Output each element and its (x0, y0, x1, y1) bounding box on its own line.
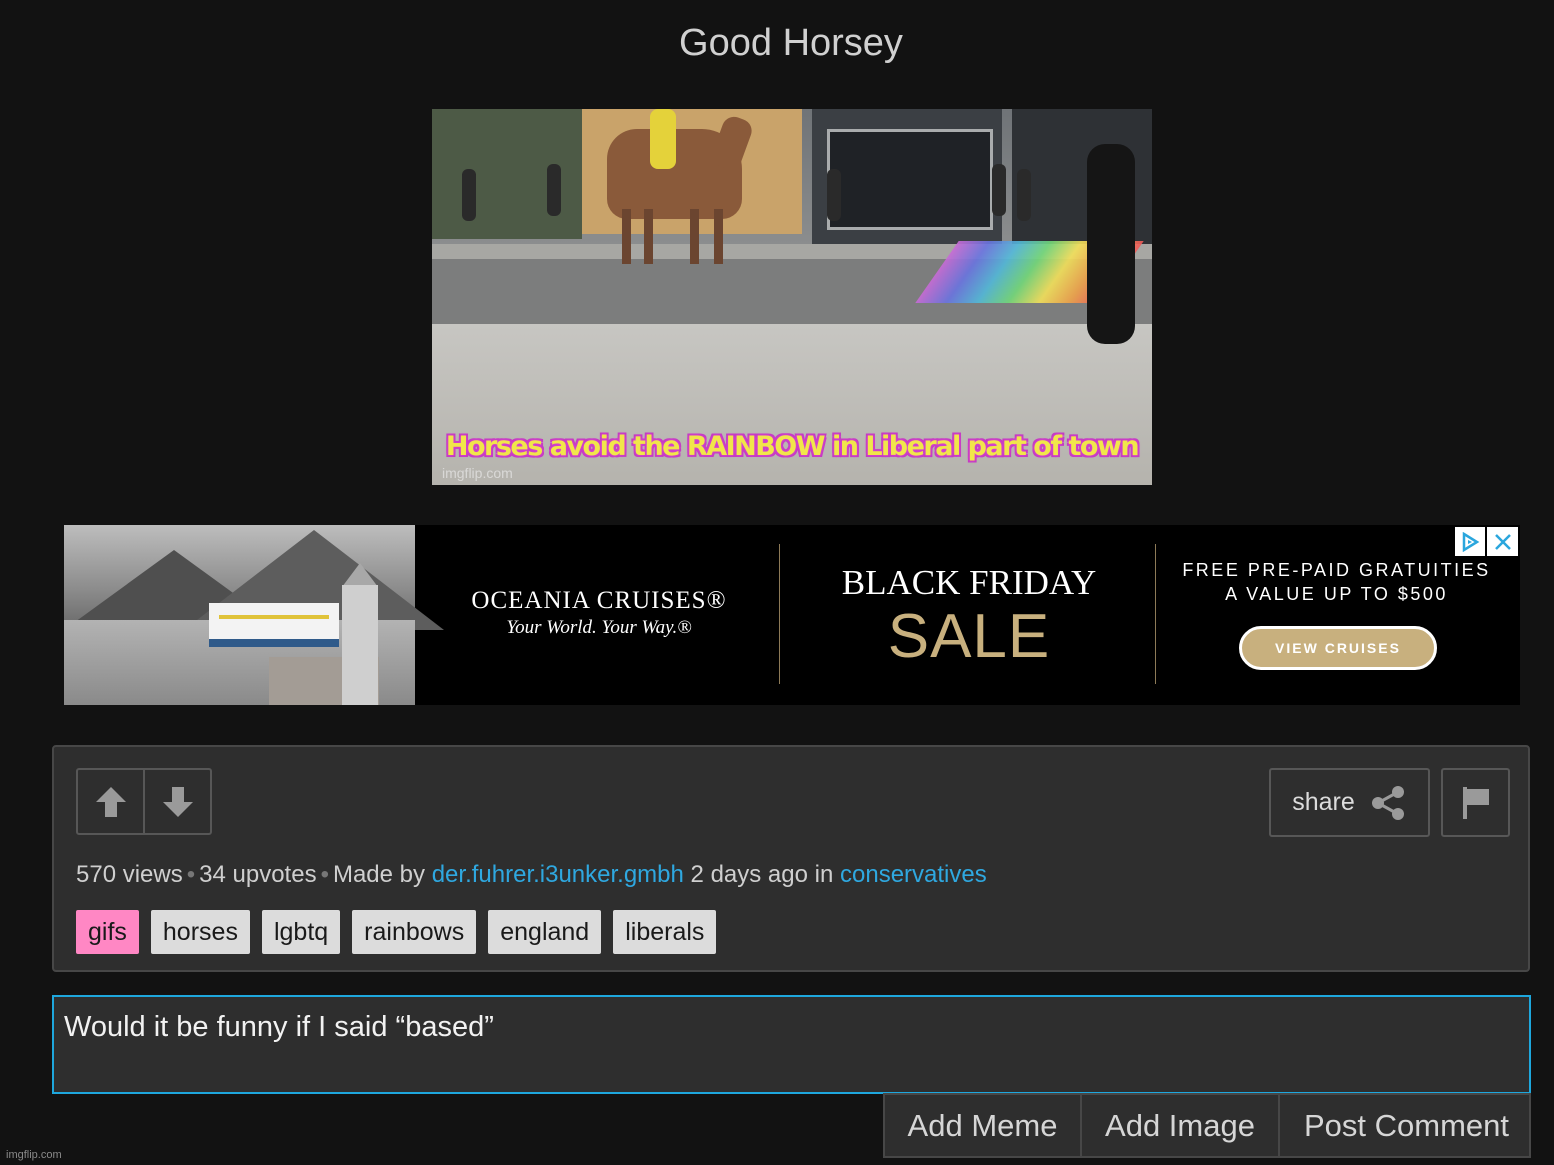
adchoices-icon[interactable] (1455, 527, 1485, 556)
ad-divider (1155, 544, 1156, 684)
meme-image[interactable]: Horses avoid the RAINBOW in Liberal part… (432, 109, 1152, 485)
tag-horses[interactable]: horses (150, 910, 250, 954)
post-comment-button[interactable]: Post Comment (1278, 1095, 1533, 1156)
ad-offer-line2: A VALUE UP TO $500 (1225, 584, 1448, 604)
post-time: 2 days ago in (690, 861, 834, 888)
view-cruises-button[interactable]: VIEW CRUISES (1239, 626, 1437, 670)
footer-watermark: imgflip.com (6, 1149, 62, 1161)
arrow-up-icon (95, 786, 126, 817)
post-info-panel: share 570 views • 34 upvotes • Made by der.f… (52, 745, 1530, 972)
stream-link[interactable]: conservatives (840, 861, 987, 888)
downvote-button[interactable] (143, 770, 210, 833)
tag-list: gifs horses lgbtq rainbows england liber… (76, 910, 717, 954)
vote-controls (76, 768, 212, 835)
meme-person (992, 164, 1006, 216)
flag-icon (1462, 786, 1489, 819)
meme-horse-leg (690, 209, 699, 264)
made-by-label: Made by (332, 861, 426, 888)
separator-dot: • (320, 861, 329, 888)
author-link[interactable]: der.fuhrer.i3unker.gmbh (432, 861, 684, 888)
meme-walker (1087, 144, 1135, 344)
tag-rainbows[interactable]: rainbows (352, 910, 477, 954)
meme-horse-leg (622, 209, 631, 264)
add-meme-button[interactable]: Add Meme (885, 1095, 1080, 1156)
ad-sale: SALE (887, 602, 1051, 671)
page-title: Good Horsey (679, 22, 903, 64)
arrow-down-icon (162, 786, 193, 817)
ad-tower-spire (342, 563, 378, 587)
meme-shopfront (827, 129, 993, 230)
ad-divider (779, 544, 780, 684)
ad-tagline: Your World. Your Way.® (506, 617, 692, 638)
close-icon[interactable] (1487, 527, 1518, 556)
meme-person (827, 169, 841, 221)
advertisement-banner[interactable]: OCEANIA CRUISES® Your World. Your Way.® … (64, 525, 1520, 705)
share-icon (1371, 785, 1404, 820)
ad-brand: OCEANIA CRUISES® (471, 587, 727, 614)
ad-offer-line1: FREE PRE-PAID GRATUITIES (1182, 560, 1491, 580)
upvote-button[interactable] (78, 770, 143, 833)
ad-ship-stripe (219, 615, 329, 619)
comment-input[interactable]: Would it be funny if I said “based” (52, 995, 1531, 1094)
tag-gifs[interactable]: gifs (76, 910, 139, 954)
meme-horse-leg (714, 209, 723, 264)
share-button[interactable]: share (1269, 768, 1430, 837)
ad-headline: BLACK FRIDAY (841, 563, 1097, 602)
ad-tower (342, 585, 378, 705)
post-meta: 570 views • 34 upvotes • Made by der.fuhrer.… (76, 861, 987, 889)
tag-england[interactable]: england (488, 910, 602, 954)
add-image-button[interactable]: Add Image (1080, 1095, 1278, 1156)
meme-caption: Horses avoid the RAINBOW in Liberal part… (445, 431, 1140, 462)
meme-person (462, 169, 476, 221)
upvote-count: 34 upvotes (199, 861, 317, 888)
share-label: share (1292, 788, 1355, 816)
tag-liberals[interactable]: liberals (613, 910, 717, 954)
ad-cruise-ship (209, 603, 339, 647)
meme-person (547, 164, 561, 216)
separator-dot: • (186, 861, 196, 888)
meme-watermark: imgflip.com (442, 465, 513, 481)
meme-rider (650, 109, 676, 169)
tag-lgbtq[interactable]: lgbtq (261, 910, 341, 954)
flag-button[interactable] (1441, 768, 1510, 837)
view-count: 570 views (76, 861, 183, 888)
meme-person (1017, 169, 1031, 221)
meme-horse-leg (644, 209, 653, 264)
comment-actions: Add Meme Add Image Post Comment (883, 1093, 1531, 1158)
